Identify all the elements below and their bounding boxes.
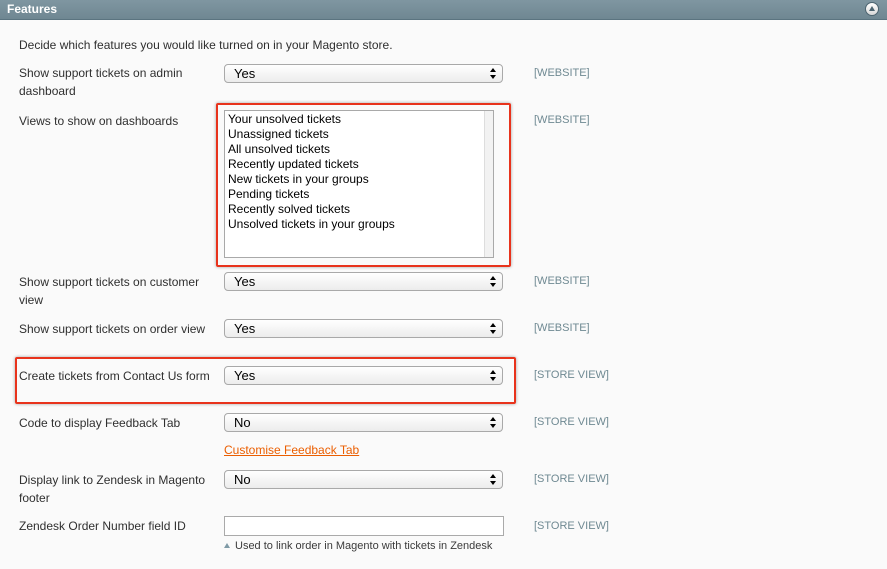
highlight-box	[15, 357, 516, 404]
select-feedback-tab[interactable]: No	[224, 413, 503, 432]
select-value: No	[234, 472, 251, 487]
collapse-up-icon[interactable]	[865, 2, 879, 16]
scope-label: [STORE VIEW]	[534, 473, 609, 485]
select-value: Yes	[234, 274, 256, 289]
select-order-view[interactable]: Yes	[224, 319, 503, 338]
scope-label: [STORE VIEW]	[534, 520, 609, 532]
order-number-field-input[interactable]	[224, 516, 504, 536]
label-order-view: Show support tickets on order view	[19, 322, 206, 336]
select-arrows-icon	[487, 321, 499, 336]
label-zendesk-footer: Display link to Zendesk in Magento foote…	[19, 473, 206, 505]
note-text: Used to link order in Magento with ticke…	[235, 540, 493, 552]
scope-label: [WEBSITE]	[534, 67, 590, 79]
scope-label: [WEBSITE]	[534, 114, 590, 126]
select-arrows-icon	[487, 472, 499, 487]
select-value: No	[234, 415, 251, 430]
select-arrows-icon	[487, 66, 499, 81]
section-title: Features	[7, 2, 58, 16]
label-customer-view: Show support tickets on customer view	[19, 275, 200, 307]
intro-text: Decide which features you would like tur…	[19, 38, 393, 52]
scope-label: [WEBSITE]	[534, 275, 590, 287]
label-admin-dashboard: Show support tickets on admin dashboard	[19, 66, 183, 98]
select-value: Yes	[234, 321, 256, 336]
scope-label: [STORE VIEW]	[534, 416, 609, 428]
select-admin-dashboard[interactable]: Yes	[224, 64, 503, 83]
select-value: Yes	[234, 66, 256, 81]
label-dashboard-views: Views to show on dashboards	[19, 114, 179, 128]
label-feedback-tab: Code to display Feedback Tab	[19, 416, 181, 430]
customise-feedback-tab-link[interactable]: Customise Feedback Tab	[224, 443, 359, 457]
select-zendesk-footer[interactable]: No	[224, 470, 503, 489]
label-order-number-field: Zendesk Order Number field ID	[19, 519, 186, 533]
section-header[interactable]: Features	[0, 0, 887, 20]
select-arrows-icon	[487, 274, 499, 289]
select-arrows-icon	[487, 415, 499, 430]
scope-label: [WEBSITE]	[534, 322, 590, 334]
highlight-box	[216, 103, 511, 267]
note-triangle-icon	[224, 543, 230, 548]
scope-label: [STORE VIEW]	[534, 369, 609, 381]
select-customer-view[interactable]: Yes	[224, 272, 503, 291]
field-note: Used to link order in Magento with ticke…	[224, 540, 492, 552]
